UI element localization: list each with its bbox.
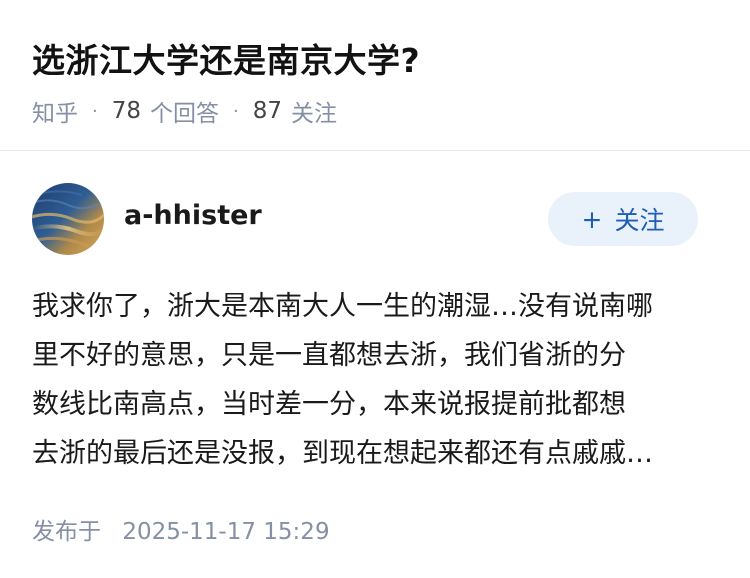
follower-count-label[interactable]: 关注 [291,94,337,128]
follow-button[interactable]: + 关注 [548,192,698,246]
answer-count: 78 [111,98,142,124]
answer-count-label[interactable]: 个回答 [150,94,219,128]
post-time: 发布于 2025-11-17 15:29 [32,512,330,546]
question-meta: 知乎 · 78 个回答 · 87 关注 [32,94,337,128]
answer-line: 我求你了，浙大是本南大人一生的潮湿…没有说南哪 [32,291,653,322]
avatar-image-icon [32,183,104,255]
meta-separator: · [233,100,239,122]
source-label[interactable]: 知乎 [32,94,78,128]
answer-content[interactable]: 我求你了，浙大是本南大人一生的潮湿…没有说南哪 里不好的意思，只是一直都想去浙，… [32,282,722,478]
post-time-label: 发布于 [32,519,101,545]
post-timestamp: 2025-11-17 15:29 [122,519,330,545]
answer-line: 去浙的最后还是没报，到现在想起来都还有点戚戚… [32,438,653,469]
avatar[interactable] [32,183,104,255]
meta-separator: · [92,100,98,122]
divider [0,150,750,151]
follower-count: 87 [252,98,283,124]
question-title[interactable]: 选浙江大学还是南京大学? [32,34,420,82]
answer-line: 里不好的意思，只是一直都想去浙，我们省浙的分 [32,340,626,371]
author-name[interactable]: a-hhister [124,200,262,231]
answer-page: 选浙江大学还是南京大学? 知乎 · 78 个回答 · 87 关注 a-hhist… [0,0,750,578]
follow-button-label: 关注 [614,206,665,235]
plus-icon: + [581,204,603,234]
answer-line: 数线比南高点，当时差一分，本来说报提前批都想 [32,389,626,420]
